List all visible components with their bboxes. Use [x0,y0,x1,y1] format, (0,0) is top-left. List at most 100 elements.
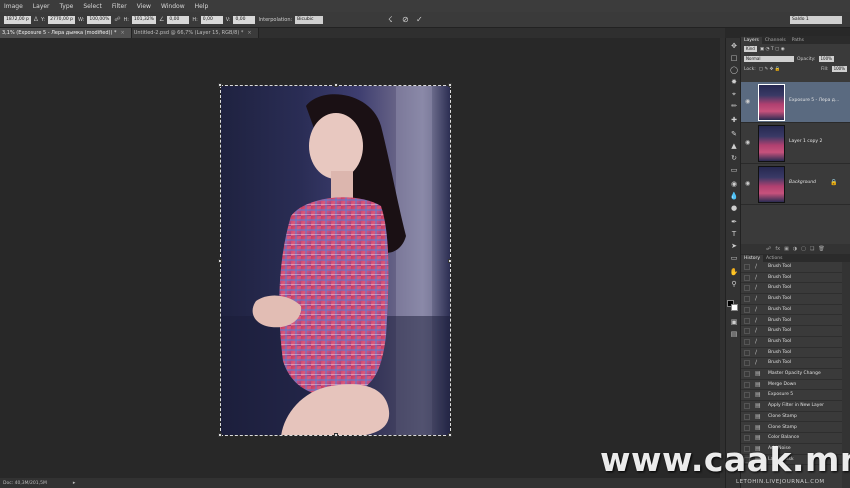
history-snapshot-checkbox[interactable] [744,328,750,335]
history-snapshot-checkbox[interactable] [744,381,750,388]
hskew-field[interactable]: 0,00 [200,15,223,24]
history-snapshot-checkbox[interactable] [744,296,750,303]
x-position-field[interactable]: 1872,00 p [4,15,31,24]
history-item[interactable]: ▤ Merge Down [741,380,842,391]
menu-select[interactable]: Select [83,3,102,10]
history-snapshot-checkbox[interactable] [744,371,750,377]
layer-kind-select[interactable]: Kind [744,46,757,52]
history-item[interactable]: ▤ Clone Stamp [741,423,842,434]
status-menu-arrow-icon[interactable]: ▸ [73,480,76,486]
fill-field[interactable]: 100% [831,66,847,72]
new-layer-icon[interactable]: ❏ [810,246,814,252]
transform-handle[interactable] [334,433,338,437]
angle-field[interactable]: 0,00 [167,15,190,24]
visibility-eye-icon[interactable]: ◉ [745,98,750,105]
menu-view[interactable]: View [137,3,151,10]
delete-layer-icon[interactable]: 🗑 [818,246,824,252]
zoom-tool-icon[interactable]: ⚲ [729,280,739,289]
tab-actions[interactable]: Actions [763,255,785,262]
history-item[interactable]: ∕ Brush Tool [741,358,842,369]
menu-window[interactable]: Window [161,3,185,10]
history-item[interactable]: ▤ Master Opacity Change [741,369,842,380]
y-position-field[interactable]: 2770,00 p [48,15,75,24]
menu-filter[interactable]: Filter [112,3,127,10]
history-item[interactable]: ∕ Brush Tool [741,294,842,305]
history-item[interactable]: ∕ Brush Tool [741,326,842,337]
move-tool-icon[interactable]: ✥ [729,42,739,51]
vskew-field[interactable]: 0,00 [233,15,256,24]
shape-tool-icon[interactable]: ▭ [729,254,739,263]
commit-transform-icon[interactable]: ✓ [416,15,423,24]
history-brush-tool-icon[interactable]: ↻ [729,154,739,163]
lasso-tool-icon[interactable]: ◯ [729,66,739,75]
link-icon[interactable]: ☍ [114,16,120,23]
warp-icon[interactable]: ☇ [388,15,393,24]
clone-stamp-tool-icon[interactable]: ▲ [729,142,739,151]
path-selection-tool-icon[interactable]: ➤ [729,242,739,251]
history-item[interactable]: ∕ Brush Tool [741,273,842,284]
add-mask-icon[interactable]: ▣ [784,246,789,252]
history-snapshot-checkbox[interactable] [744,424,750,431]
dodge-tool-icon[interactable]: ● [729,204,739,213]
new-group-icon[interactable]: ▢ [801,246,806,252]
tab-channels[interactable]: Channels [762,37,789,44]
screen-mode-icon[interactable]: ▤ [729,330,739,339]
transform-handle[interactable] [448,83,452,87]
history-snapshot-checkbox[interactable] [744,360,750,367]
menu-layer[interactable]: Layer [33,3,50,10]
layer-row-layer-1-copy-2[interactable]: ◉ Layer 1 copy 2 [741,123,850,164]
tab-layers[interactable]: Layers [741,37,762,44]
background-color-swatch[interactable] [731,304,738,311]
history-item[interactable]: ▤ Clone Stamp [741,412,842,423]
close-icon[interactable]: × [247,30,251,36]
blend-mode-select[interactable]: Normal [744,56,794,62]
quick-select-tool-icon[interactable]: ✸ [729,78,739,87]
layer-row-exposure-5[interactable]: ◉ Exposure 5 - Лера д... [741,82,850,123]
history-snapshot-checkbox[interactable] [744,349,750,356]
hand-tool-icon[interactable]: ✋ [729,268,739,277]
history-item[interactable]: ∕ Brush Tool [741,316,842,327]
interpolation-select[interactable]: Bicubic [295,15,324,24]
menu-help[interactable]: Help [195,3,209,10]
history-snapshot-checkbox[interactable] [744,413,750,420]
menu-image[interactable]: Image [4,3,23,10]
eyedropper-tool-icon[interactable]: ✏ [729,102,739,111]
lock-icons[interactable]: ▢ ✎ ✥ 🔒 [759,67,781,72]
adjustment-layer-icon[interactable]: ◑ [793,246,797,252]
quick-mask-icon[interactable]: ▣ [729,318,739,327]
fx-icon[interactable]: fx [775,246,780,252]
eraser-tool-icon[interactable]: ▭ [729,166,739,175]
history-item[interactable]: ▤ Exposure 5 [741,390,842,402]
transform-handle[interactable] [218,259,222,263]
history-snapshot-checkbox[interactable] [744,274,750,281]
tab-paths[interactable]: Paths [789,37,807,44]
tab-document-1[interactable]: 3,1% (Exposure 5 - Лера дымка (modified)… [0,28,132,38]
transform-handle[interactable] [218,433,222,437]
delta-icon[interactable]: Δ [34,16,38,23]
healing-brush-tool-icon[interactable]: ✚ [729,116,739,125]
cancel-transform-icon[interactable]: ⊘ [402,15,409,24]
history-item[interactable]: ▤ Apply Filter in New Layer [741,401,842,412]
tab-document-2[interactable]: Untitled-2.psd @ 66,7% (Layer 15, RGB/8)… [131,28,259,38]
history-snapshot-checkbox[interactable] [744,285,750,292]
visibility-eye-icon[interactable]: ◉ [745,139,750,146]
crop-tool-icon[interactable]: ⌖ [729,90,739,99]
document-image[interactable] [221,86,450,435]
height-field[interactable]: 101,32% [131,15,156,24]
marquee-tool-icon[interactable]: □ [729,54,739,63]
pen-tool-icon[interactable]: ✒ [729,218,739,227]
close-icon[interactable]: × [121,30,125,36]
type-tool-icon[interactable]: T [729,230,739,239]
transform-handle[interactable] [448,259,452,263]
tab-history[interactable]: History [741,255,764,262]
history-snapshot-checkbox[interactable] [744,392,750,399]
link-layers-icon[interactable]: ☍ [766,246,771,252]
workspace-select[interactable]: Saldo 1 [790,16,842,24]
transform-handle[interactable] [334,83,338,87]
history-snapshot-checkbox[interactable] [744,403,750,410]
transform-handle[interactable] [448,433,452,437]
layer-filter-icons[interactable]: ▣ ◔ T ▢ ◉ [760,47,785,52]
transform-bounding-box[interactable] [218,83,452,437]
history-snapshot-checkbox[interactable] [744,264,750,270]
history-item[interactable]: ∕ Brush Tool [741,337,842,348]
